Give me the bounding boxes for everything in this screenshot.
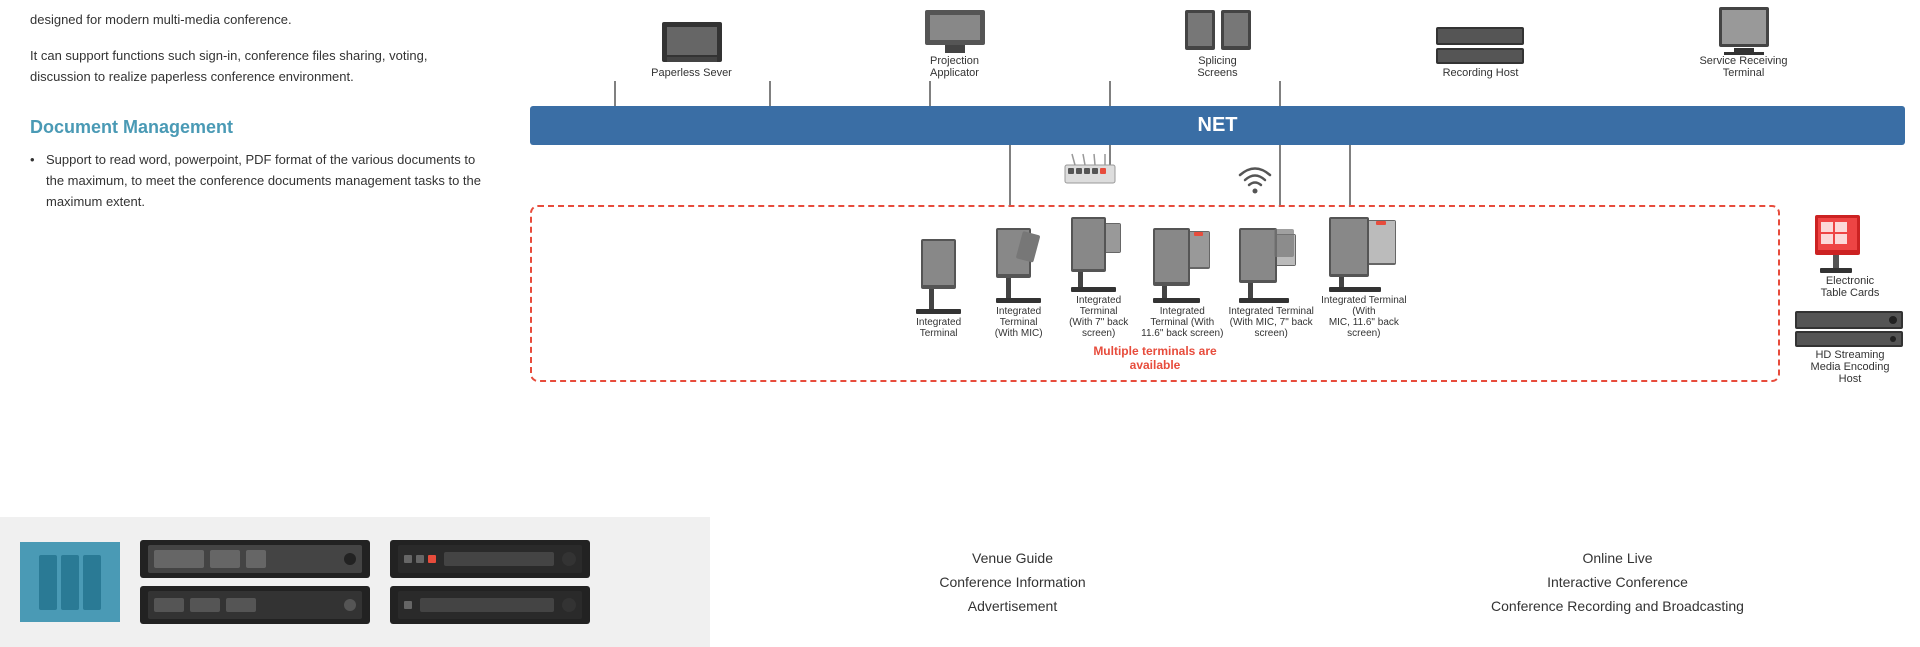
- intro-text-1: designed for modern multi-media conferen…: [30, 10, 490, 31]
- router-icon: [1060, 150, 1120, 190]
- device-projection: ProjectionApplicator: [905, 5, 1005, 79]
- bullet-item-1: Support to read word, powerpoint, PDF fo…: [30, 150, 490, 212]
- paperless-server-icon: [657, 17, 727, 67]
- recording-host-icon: [1436, 22, 1526, 67]
- net-bar: NET: [530, 106, 1905, 145]
- device-service-terminal: Service ReceivingTerminal: [1694, 5, 1794, 79]
- terminal-6: Integrated Terminal (WithMIC, 11.6" back…: [1319, 215, 1409, 339]
- teal-storage-icon: [20, 542, 120, 622]
- terminal-3-label: IntegratedTerminal(With 7" backscreen): [1069, 295, 1128, 339]
- footer-image-area: [0, 517, 710, 647]
- terminal-2-icon: [991, 226, 1046, 306]
- footer-link-interactive: Interactive Conference: [1547, 574, 1688, 590]
- bar-2: [61, 555, 79, 610]
- main-container: designed for modern multi-media conferen…: [0, 0, 1920, 517]
- footer-link-conference-info: Conference Information: [939, 574, 1085, 590]
- intro-text-2: It can support functions such sign-in, c…: [30, 46, 490, 88]
- electronic-table-cards: ElectronicTable Cards: [1795, 210, 1905, 299]
- terminal-6-icon: [1326, 215, 1401, 295]
- footer-link-recording: Conference Recording and Broadcasting: [1491, 598, 1744, 614]
- server-unit-4: [390, 586, 590, 624]
- terminal-5-icon: [1236, 226, 1306, 306]
- terminal-1-label: IntegratedTerminal: [916, 317, 961, 339]
- bottom-connectors-svg: [530, 145, 1905, 205]
- bar-3: [83, 555, 101, 610]
- top-connectors: [530, 81, 1905, 106]
- feature-list: Support to read word, powerpoint, PDF fo…: [30, 150, 490, 212]
- left-panel: designed for modern multi-media conferen…: [0, 0, 520, 517]
- terminal-5-label: Integrated Terminal(With MIC, 7" backscr…: [1228, 306, 1313, 339]
- terminal-6-label: Integrated Terminal (WithMIC, 11.6" back…: [1319, 295, 1409, 339]
- wifi-icon: [1230, 147, 1280, 197]
- bottom-section: IntegratedTerminal IntegratedTerminal(: [530, 205, 1905, 517]
- projection-label: ProjectionApplicator: [930, 55, 979, 79]
- bottom-connectors-area: [530, 145, 1905, 205]
- bottom-footer: Venue Guide Conference Information Adver…: [0, 517, 1920, 647]
- splicing-icon: [1183, 5, 1253, 55]
- hd-streaming-label: HD StreamingMedia EncodingHost: [1811, 349, 1890, 385]
- footer-links-left: Venue Guide Conference Information Adver…: [710, 517, 1315, 647]
- multiple-text: Multiple terminals are available: [1093, 344, 1216, 372]
- server-unit-2: [140, 586, 370, 624]
- terminal-2-label: IntegratedTerminal(With MIC): [995, 306, 1043, 339]
- terminal-4-icon: [1150, 226, 1215, 306]
- device-splicing: SplicingScreens: [1168, 5, 1268, 79]
- right-devices: ElectronicTable Cards HD StreamingMedia …: [1795, 205, 1905, 385]
- paperless-server-label: Paperless Sever: [651, 67, 732, 79]
- terminal-3: IntegratedTerminal(With 7" backscreen): [1061, 215, 1136, 339]
- terminal-2: IntegratedTerminal(With MIC): [981, 226, 1056, 339]
- terminal-5: Integrated Terminal(With MIC, 7" backscr…: [1228, 226, 1313, 339]
- server-images-2: [390, 540, 590, 624]
- terminals-box: IntegratedTerminal IntegratedTerminal(: [530, 205, 1780, 382]
- top-devices-row: Paperless Sever ProjectionApplicator: [530, 5, 1905, 79]
- footer-links-right: Online Live Interactive Conference Confe…: [1315, 517, 1920, 647]
- device-paperless-server: Paperless Sever: [642, 17, 742, 79]
- table-cards-label: ElectronicTable Cards: [1821, 275, 1880, 299]
- doc-management-title: Document Management: [30, 117, 490, 138]
- footer-link-venue: Venue Guide: [972, 550, 1053, 566]
- footer-link-advertisement: Advertisement: [968, 598, 1057, 614]
- server-unit-1: [140, 540, 370, 578]
- service-terminal-icon: [1709, 5, 1779, 55]
- terminal-1-icon: [911, 237, 966, 317]
- splicing-label: SplicingScreens: [1197, 55, 1237, 79]
- device-recording-host: Recording Host: [1431, 22, 1531, 79]
- terminal-1: IntegratedTerminal: [901, 237, 976, 339]
- service-terminal-label: Service ReceivingTerminal: [1699, 55, 1787, 79]
- router-area: [1060, 150, 1120, 190]
- terminals-row: IntegratedTerminal IntegratedTerminal(: [901, 215, 1409, 339]
- bar-1: [39, 555, 57, 610]
- terminal-3-icon: [1066, 215, 1131, 295]
- terminal-4-label: IntegratedTerminal (With11.6" back scree…: [1141, 306, 1223, 339]
- hd-streaming-host: HD StreamingMedia EncodingHost: [1795, 309, 1905, 385]
- table-cards-icon: [1805, 210, 1895, 275]
- teal-bars: [39, 555, 101, 610]
- hd-streaming-icon: [1795, 309, 1905, 349]
- server-images: [140, 540, 370, 624]
- projection-icon: [920, 5, 990, 55]
- recording-host-label: Recording Host: [1443, 67, 1519, 79]
- footer-link-online-live: Online Live: [1582, 550, 1652, 566]
- wifi-area: [1230, 147, 1280, 200]
- server-unit-3: [390, 540, 590, 578]
- terminal-4: IntegratedTerminal (With11.6" back scree…: [1141, 226, 1223, 339]
